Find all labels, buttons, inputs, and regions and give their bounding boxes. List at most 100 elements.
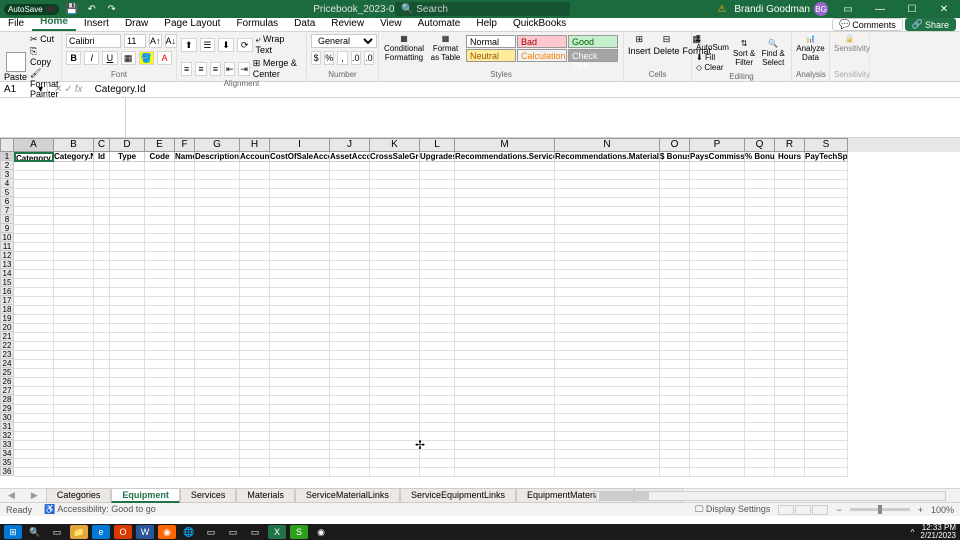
cell[interactable] (175, 297, 195, 306)
cell[interactable] (370, 450, 420, 459)
cell[interactable] (110, 162, 145, 171)
sheet-nav-prev-icon[interactable]: ◀ (0, 490, 23, 501)
header-cell[interactable]: Upgrades (420, 152, 455, 162)
cell[interactable] (745, 405, 775, 414)
cell[interactable] (240, 405, 270, 414)
cell[interactable] (455, 288, 555, 297)
cell[interactable] (660, 405, 690, 414)
user-account[interactable]: Brandi Goodman BG (734, 2, 828, 16)
col-header-G[interactable]: G (195, 138, 240, 152)
cell[interactable] (805, 225, 848, 234)
cell[interactable] (420, 189, 455, 198)
zoom-out-button[interactable]: − (836, 505, 841, 515)
cell[interactable] (14, 342, 54, 351)
cell[interactable] (94, 324, 110, 333)
cell[interactable] (195, 432, 240, 441)
cell[interactable] (54, 162, 94, 171)
cell[interactable] (745, 180, 775, 189)
cell[interactable] (805, 306, 848, 315)
cell[interactable] (805, 405, 848, 414)
sheet-tab-categories[interactable]: Categories (46, 488, 112, 503)
cell[interactable] (145, 360, 175, 369)
cell[interactable] (660, 297, 690, 306)
col-header-R[interactable]: R (775, 138, 805, 152)
cell[interactable] (555, 270, 660, 279)
zoom-slider[interactable] (850, 508, 910, 511)
cell[interactable] (240, 162, 270, 171)
cell[interactable] (555, 279, 660, 288)
cell[interactable] (270, 342, 330, 351)
cell[interactable] (555, 342, 660, 351)
cell[interactable] (555, 441, 660, 450)
col-header-J[interactable]: J (330, 138, 370, 152)
cell[interactable] (175, 396, 195, 405)
cell[interactable] (240, 333, 270, 342)
cell[interactable] (94, 423, 110, 432)
cell[interactable] (555, 450, 660, 459)
col-header-F[interactable]: F (175, 138, 195, 152)
tab-quickbooks[interactable]: QuickBooks (505, 16, 574, 31)
cell[interactable] (805, 234, 848, 243)
view-pagebreak-button[interactable] (812, 505, 828, 515)
cell[interactable] (54, 441, 94, 450)
cell[interactable] (745, 333, 775, 342)
cell[interactable] (775, 198, 805, 207)
cell[interactable] (240, 297, 270, 306)
fill-color-button[interactable]: 🪣 (139, 51, 154, 65)
cell[interactable] (94, 252, 110, 261)
cell[interactable] (270, 306, 330, 315)
cell[interactable] (745, 261, 775, 270)
cell[interactable] (805, 198, 848, 207)
cell[interactable] (775, 243, 805, 252)
wrap-text-button[interactable]: ⤶ Wrap Text (256, 34, 302, 55)
col-header-I[interactable]: I (270, 138, 330, 152)
cell[interactable] (270, 441, 330, 450)
cell[interactable] (745, 324, 775, 333)
cell[interactable] (420, 270, 455, 279)
header-cell[interactable]: Recommendations.Services (455, 152, 555, 162)
cell[interactable] (145, 297, 175, 306)
cell[interactable] (145, 414, 175, 423)
cell[interactable] (54, 450, 94, 459)
style-good[interactable]: Good (568, 35, 618, 48)
cell[interactable] (145, 342, 175, 351)
cell[interactable] (240, 468, 270, 477)
cell[interactable] (175, 279, 195, 288)
tray-chevron-icon[interactable]: ^ (911, 528, 915, 537)
cell[interactable] (420, 315, 455, 324)
header-cell[interactable]: Name (175, 152, 195, 162)
cell[interactable] (805, 243, 848, 252)
cell[interactable] (145, 378, 175, 387)
cell[interactable] (54, 252, 94, 261)
cell[interactable] (745, 162, 775, 171)
cell[interactable] (175, 225, 195, 234)
cell[interactable] (660, 414, 690, 423)
cell[interactable] (94, 243, 110, 252)
cell[interactable] (145, 261, 175, 270)
style-calculation[interactable]: Calculation (517, 49, 567, 62)
cell[interactable] (370, 225, 420, 234)
cell[interactable] (420, 387, 455, 396)
cell[interactable] (270, 405, 330, 414)
cell[interactable] (240, 378, 270, 387)
cell[interactable] (420, 297, 455, 306)
cell[interactable] (420, 306, 455, 315)
cell[interactable] (145, 306, 175, 315)
row-header-26[interactable]: 26 (0, 377, 14, 386)
cell[interactable] (455, 297, 555, 306)
cell[interactable] (775, 279, 805, 288)
cell[interactable] (195, 441, 240, 450)
cell[interactable] (195, 180, 240, 189)
cell[interactable] (805, 216, 848, 225)
cell[interactable] (195, 414, 240, 423)
sort-filter-button[interactable]: ⇅Sort & Filter (732, 39, 757, 67)
cell[interactable] (455, 342, 555, 351)
row-header-33[interactable]: 33 (0, 440, 14, 449)
cell[interactable] (455, 198, 555, 207)
sheet-tab-serviceequipmentlinks[interactable]: ServiceEquipmentLinks (400, 488, 516, 503)
cell[interactable] (175, 351, 195, 360)
row-header-12[interactable]: 12 (0, 251, 14, 260)
cell[interactable] (270, 459, 330, 468)
row-header-15[interactable]: 15 (0, 278, 14, 287)
cell[interactable] (195, 261, 240, 270)
